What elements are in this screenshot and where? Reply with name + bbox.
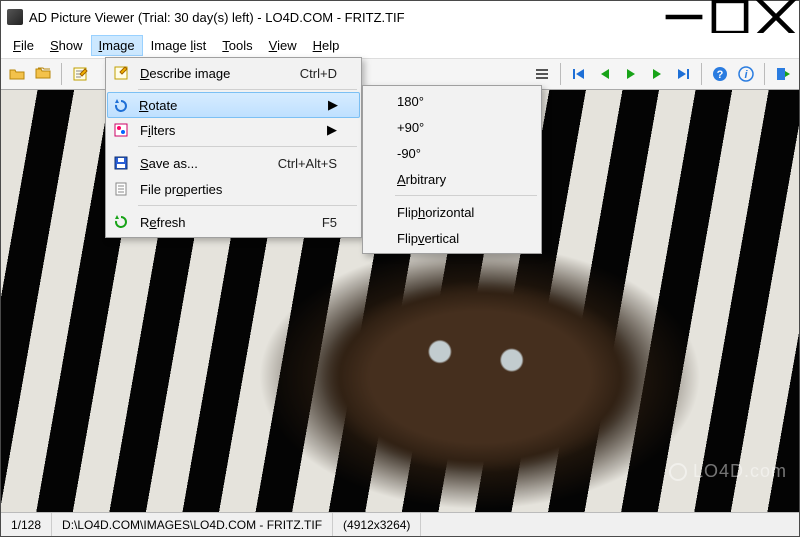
submenu-item-180[interactable]: 180° <box>365 88 539 114</box>
save-icon <box>112 154 130 172</box>
prev-icon <box>596 65 614 83</box>
play-icon <box>622 65 640 83</box>
menu-divider <box>138 89 357 90</box>
list-icon <box>533 65 551 83</box>
status-path: D:\LO4D.COM\IMAGES\LO4D.COM - FRITZ.TIF <box>52 513 333 536</box>
toolbar-about-button[interactable]: i <box>734 62 758 86</box>
refresh-icon <box>112 213 130 231</box>
statusbar: 1/128 D:\LO4D.COM\IMAGES\LO4D.COM - FRIT… <box>1 512 799 536</box>
skip-last-icon <box>674 65 692 83</box>
filters-icon <box>112 121 130 139</box>
titlebar: AD Picture Viewer (Trial: 30 day(s) left… <box>1 1 799 33</box>
info-icon: i <box>737 65 755 83</box>
submenu-arrow-icon: ▶ <box>304 97 338 113</box>
menu-tools[interactable]: Tools <box>214 35 260 56</box>
shortcut-label: Ctrl+D <box>276 66 337 81</box>
toolbar-open-folder-button[interactable] <box>5 62 29 86</box>
watermark-icon <box>669 463 687 481</box>
toolbar-separator <box>701 63 702 85</box>
rotate-submenu: 180° +90° -90° Arbitrary Flip horizontal… <box>362 85 542 254</box>
menu-item-describe-image[interactable]: Describe image Ctrl+D <box>108 60 359 86</box>
next-icon <box>648 65 666 83</box>
menu-image-list[interactable]: Image list <box>143 35 215 56</box>
toolbar-next-button[interactable] <box>645 62 669 86</box>
menu-image[interactable]: Image <box>91 35 143 56</box>
toolbar-separator <box>61 63 62 85</box>
menu-item-filters[interactable]: Filters ▶ <box>108 117 359 143</box>
menu-item-refresh[interactable]: Refresh F5 <box>108 209 359 235</box>
exit-icon <box>774 65 792 83</box>
menu-help[interactable]: Help <box>305 35 348 56</box>
folder-stack-icon <box>34 65 52 83</box>
help-icon: ? <box>711 65 729 83</box>
svg-text:i: i <box>744 69 748 81</box>
menu-item-save-as[interactable]: Save as... Ctrl+Alt+S <box>108 150 359 176</box>
image-menu-dropdown: Describe image Ctrl+D Rotate ▶ Filters ▶… <box>105 57 362 238</box>
watermark-text: LO4D.com <box>693 461 787 482</box>
toolbar-separator <box>560 63 561 85</box>
folder-open-icon <box>8 65 26 83</box>
describe-icon <box>112 64 130 82</box>
describe-icon <box>71 65 89 83</box>
submenu-item-flip-vertical[interactable]: Flip vertical <box>365 225 539 251</box>
menu-item-file-properties[interactable]: File properties <box>108 176 359 202</box>
toolbar-separator <box>764 63 765 85</box>
shortcut-label: Ctrl+Alt+S <box>254 156 337 171</box>
toolbar-list-view-button[interactable] <box>530 62 554 86</box>
toolbar-open-folder-list-button[interactable] <box>31 62 55 86</box>
submenu-item-flip-horizontal[interactable]: Flip horizontal <box>365 199 539 225</box>
menu-divider <box>138 146 357 147</box>
menu-divider <box>138 205 357 206</box>
rotate-icon <box>112 97 130 115</box>
submenu-item-arbitrary[interactable]: Arbitrary <box>365 166 539 192</box>
toolbar-exit-button[interactable] <box>771 62 795 86</box>
menu-file[interactable]: File <box>5 35 42 56</box>
shortcut-label: F5 <box>298 215 337 230</box>
toolbar-help-button[interactable]: ? <box>708 62 732 86</box>
submenu-arrow-icon: ▶ <box>303 122 337 138</box>
window-controls <box>661 2 799 32</box>
skip-first-icon <box>570 65 588 83</box>
minimize-button[interactable] <box>661 2 707 32</box>
toolbar-play-button[interactable] <box>619 62 643 86</box>
status-counter: 1/128 <box>1 513 52 536</box>
toolbar-prev-button[interactable] <box>593 62 617 86</box>
toolbar-first-button[interactable] <box>567 62 591 86</box>
menu-divider <box>395 195 537 196</box>
status-dimensions: (4912x3264) <box>333 513 421 536</box>
menu-view[interactable]: View <box>261 35 305 56</box>
app-icon <box>7 9 23 25</box>
properties-icon <box>112 180 130 198</box>
watermark: LO4D.com <box>669 461 787 482</box>
close-button[interactable] <box>753 2 799 32</box>
toolbar-last-button[interactable] <box>671 62 695 86</box>
submenu-item-plus90[interactable]: +90° <box>365 114 539 140</box>
menubar: File Show Image Image list Tools View He… <box>1 33 799 58</box>
maximize-button[interactable] <box>707 2 753 32</box>
submenu-item-minus90[interactable]: -90° <box>365 140 539 166</box>
toolbar-describe-button[interactable] <box>68 62 92 86</box>
menu-item-rotate[interactable]: Rotate ▶ <box>107 92 360 118</box>
svg-text:?: ? <box>717 69 724 81</box>
window-title: AD Picture Viewer (Trial: 30 day(s) left… <box>29 10 661 25</box>
menu-show[interactable]: Show <box>42 35 91 56</box>
